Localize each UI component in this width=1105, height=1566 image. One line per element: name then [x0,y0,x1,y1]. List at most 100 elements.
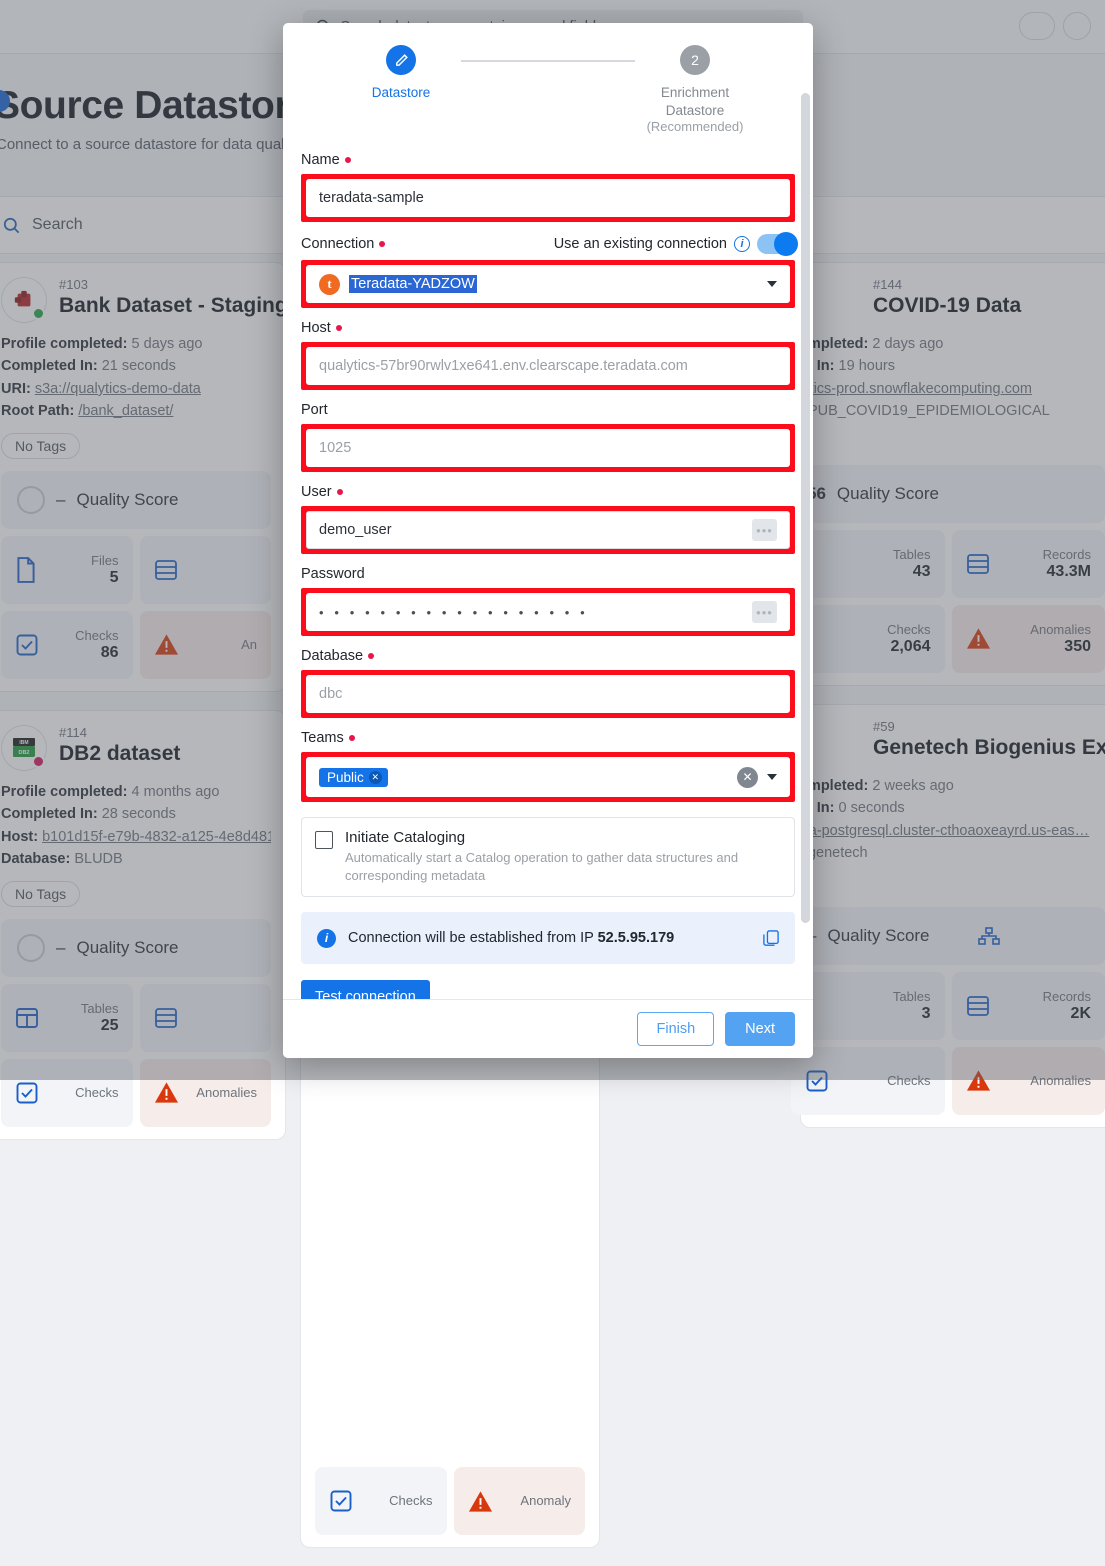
connection-label: Connection [301,236,374,252]
field-database: Database dbc [301,648,795,718]
user-label-row: User [301,484,795,500]
field-user: User demo_user ••• [301,484,795,554]
port-highlight-box: 1025 [301,424,795,472]
port-label-row: Port [301,402,795,418]
step-datastore[interactable]: Datastore [341,45,461,102]
required-dot-icon [379,241,385,247]
host-label: Host [301,320,331,336]
clear-all-icon[interactable]: ✕ [737,767,758,788]
team-chip[interactable]: Public ✕ [319,768,388,787]
connection-select[interactable]: t Teradata-YADZOW [306,265,790,303]
warning-icon [468,1490,493,1513]
metric-tiles: Checks Anomaly [315,1467,585,1535]
user-input-wrap[interactable]: demo_user ••• [306,511,790,549]
name-label-row: Name [301,152,795,168]
port-input[interactable]: 1025 [306,429,790,467]
teams-multiselect[interactable]: Public ✕ ✕ [306,757,790,797]
step-2-sublabel: (Recommended) [647,119,744,134]
initiate-cataloging-checkbox[interactable] [315,831,333,849]
user-highlight-box: demo_user ••• [301,506,795,554]
host-highlight-box: qualytics-57br90rwlv1xe641.env.clearscap… [301,342,795,390]
info-icon: i [317,929,336,948]
connection-label-row: Connection Use an existing connection i [301,234,795,254]
user-label: User [301,484,332,500]
chevron-down-icon[interactable] [767,774,777,780]
required-dot-icon [368,653,374,659]
next-button[interactable]: Next [725,1012,795,1046]
required-dot-icon [345,157,351,163]
teams-label-row: Teams [301,730,795,746]
ip-banner-prefix: Connection will be established from IP [348,930,598,946]
metric-tile[interactable]: Checks [315,1467,447,1535]
checks-icon [329,1489,353,1513]
database-input[interactable]: dbc [306,675,790,713]
chevron-down-icon[interactable] [767,281,777,287]
required-dot-icon [349,735,355,741]
initiate-cataloging-description: Automatically start a Catalog operation … [345,849,781,885]
existing-connection-toggle[interactable] [757,234,795,254]
teradata-icon: t [319,274,340,295]
test-connection-button[interactable]: Test connection [301,980,430,999]
field-port: Port 1025 [301,402,795,472]
ip-banner-text: Connection will be established from IP 5… [348,930,674,946]
database-label: Database [301,648,363,664]
teams-highlight-box: Public ✕ ✕ [301,752,795,802]
test-connection-row: Test connection [301,964,795,999]
required-dot-icon [337,489,343,495]
password-input-wrap[interactable]: • • • • • • • • • • • • • • • • • • ••• [306,593,790,631]
copy-icon[interactable] [763,930,779,947]
connection-selected-value: Teradata-YADZOW [349,275,477,293]
teams-label: Teams [301,730,344,746]
port-label: Port [301,402,328,418]
metric-tile[interactable]: Anomaly [454,1467,586,1535]
modal-overlay: Datastore 2 Enrichment Datastore (Recomm… [0,0,1105,1080]
user-input: demo_user [319,522,392,538]
modal-scrollbar-thumb[interactable] [801,93,810,923]
field-password: Password • • • • • • • • • • • • • • • •… [301,566,795,636]
reveal-icon[interactable]: ••• [752,519,777,541]
ip-address: 52.5.95.179 [598,930,675,946]
warning-icon [154,1081,179,1104]
finish-button[interactable]: Finish [637,1012,714,1046]
password-input: • • • • • • • • • • • • • • • • • • [319,605,588,620]
password-label-row: Password [301,566,795,582]
database-highlight-box: dbc [301,670,795,718]
connection-highlight-box: t Teradata-YADZOW [301,260,795,308]
host-input[interactable]: qualytics-57br90rwlv1xe641.env.clearscap… [306,347,790,385]
modal-scrollbar[interactable] [801,93,810,991]
field-teams: Teams Public ✕ ✕ [301,730,795,802]
name-label: Name [301,152,340,168]
step-1-bubble [386,45,416,75]
required-dot-icon [336,325,342,331]
add-datastore-modal: Datastore 2 Enrichment Datastore (Recomm… [283,23,813,1058]
metric-label: Checks [389,1493,432,1508]
reveal-icon[interactable]: ••• [752,601,777,623]
step-2-bubble: 2 [680,45,710,75]
field-name: Name teradata-sample [301,152,795,222]
checks-icon [15,1081,39,1105]
host-label-row: Host [301,320,795,336]
pencil-icon [394,53,409,68]
name-highlight-box: teradata-sample [301,174,795,222]
wizard-stepper: Datastore 2 Enrichment Datastore (Recomm… [301,23,795,140]
step-enrichment-datastore[interactable]: 2 Enrichment Datastore (Recommended) [635,45,755,134]
close-icon[interactable]: ✕ [369,771,382,784]
metric-label: Anomaly [520,1493,571,1508]
copy-glyph [763,930,779,947]
stepper-connector [461,60,635,62]
metric-label: Anomalies [196,1085,257,1100]
existing-connection-group: Use an existing connection i [554,234,795,254]
modal-footer: Finish Next [283,999,813,1058]
initiate-cataloging-title: Initiate Cataloging [345,829,781,846]
name-input[interactable]: teradata-sample [306,179,790,217]
info-icon[interactable]: i [734,236,750,252]
field-connection: Connection Use an existing connection i … [301,234,795,308]
connection-label-group: Connection [301,236,385,252]
step-2-label: Enrichment Datastore [635,84,755,119]
initiate-cataloging-panel[interactable]: Initiate Cataloging Automatically start … [301,817,795,897]
metric-label: Checks [75,1085,118,1100]
team-chip-label: Public [327,770,364,785]
ip-info-banner: i Connection will be established from IP… [301,912,795,964]
modal-body: Datastore 2 Enrichment Datastore (Recomm… [283,23,813,999]
password-highlight-box: • • • • • • • • • • • • • • • • • • ••• [301,588,795,636]
